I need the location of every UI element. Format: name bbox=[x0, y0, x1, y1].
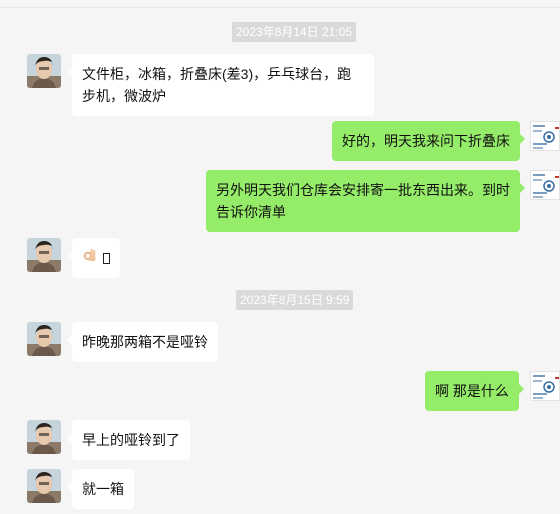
message-bubble-other[interactable]: 就一箱 bbox=[67, 469, 134, 509]
message-bubble-other[interactable]: 昨晚那两箱不是哑铃 bbox=[67, 322, 218, 362]
message-bubble-self[interactable]: 好的，明天我来问下折叠床 bbox=[332, 121, 525, 161]
message-bubble-other[interactable]: 文件柜，冰箱，折叠床(差3)，乒乓球台，跑步机，微波炉 bbox=[67, 54, 374, 116]
message-text: 另外明天我们仓库会安排寄一批东西出来。到时告诉你清单 bbox=[216, 182, 510, 220]
avatar-other[interactable] bbox=[27, 54, 61, 88]
message-text: 好的，明天我来问下折叠床 bbox=[342, 133, 510, 149]
message-text: 文件柜，冰箱，折叠床(差3)，乒乓球台，跑步机，微波炉 bbox=[82, 66, 352, 104]
missing-glyph-icon bbox=[103, 252, 110, 264]
message-text: 昨晚那两箱不是哑铃 bbox=[82, 334, 208, 350]
message-bubble-self[interactable]: 啊 那是什么 bbox=[425, 371, 524, 411]
message-text: 早上的哑铃到了 bbox=[82, 432, 180, 448]
avatar-self[interactable] bbox=[530, 371, 560, 401]
message-text: 啊 那是什么 bbox=[435, 383, 509, 399]
avatar-other[interactable] bbox=[27, 420, 61, 454]
timestamp: 2023年8月15日 9:59 bbox=[236, 290, 354, 310]
timestamp: 2023年8月14日 21:05 bbox=[232, 22, 357, 42]
message-bubble-self[interactable]: 另外明天我们仓库会安排寄一批东西出来。到时告诉你清单 bbox=[206, 170, 525, 232]
message-bubble-other[interactable]: 早上的哑铃到了 bbox=[67, 420, 190, 460]
avatar-self[interactable] bbox=[530, 121, 560, 151]
avatar-other[interactable] bbox=[27, 238, 61, 272]
avatar-other[interactable] bbox=[27, 322, 61, 356]
ok-hand-emoji-icon bbox=[82, 247, 98, 269]
message-text: 就一箱 bbox=[82, 481, 124, 497]
message-bubble-other[interactable] bbox=[67, 238, 120, 278]
avatar-other[interactable] bbox=[27, 469, 61, 503]
avatar-self[interactable] bbox=[530, 170, 560, 200]
top-divider bbox=[0, 7, 560, 8]
